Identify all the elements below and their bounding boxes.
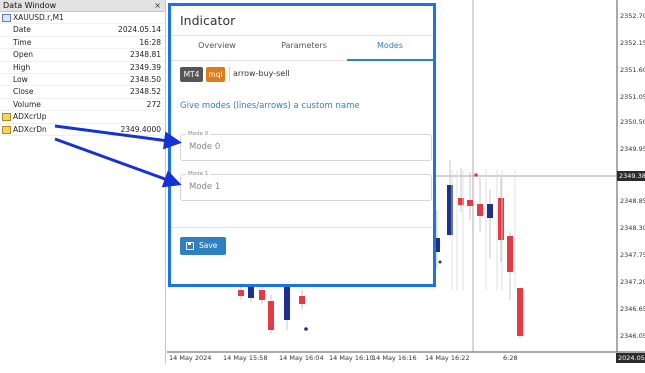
time-axis-label: 14 May 16:10 bbox=[329, 354, 374, 362]
candle-body bbox=[498, 198, 504, 240]
indicator-value: 2349.4000 bbox=[120, 124, 161, 134]
data-row-value: 272 bbox=[146, 99, 161, 109]
candle-body bbox=[467, 200, 473, 206]
mode-1-input[interactable] bbox=[189, 182, 419, 192]
mode-0-input[interactable] bbox=[189, 142, 419, 152]
footer-divider bbox=[171, 227, 433, 228]
current-price-badge: 2349.38 bbox=[617, 171, 645, 181]
price-axis-label: 2348.30 bbox=[620, 224, 645, 232]
tab-modes[interactable]: Modes bbox=[346, 41, 434, 50]
candle-body bbox=[248, 287, 254, 298]
data-row-date: Date 2024.05.14 bbox=[0, 24, 165, 37]
candle-body bbox=[284, 287, 290, 320]
data-row-volume: Volume 272 bbox=[0, 99, 165, 112]
data-row-close: Close 2348.52 bbox=[0, 86, 165, 99]
symbol-label: XAUUSD.r,M1 bbox=[13, 13, 64, 22]
data-row-high: High 2349.39 bbox=[0, 62, 165, 74]
data-row-value: 2348.52 bbox=[129, 87, 161, 97]
data-row-low: Low 2348.50 bbox=[0, 74, 165, 87]
mode-0-label: Mode 0 bbox=[186, 131, 211, 137]
candle-body bbox=[299, 296, 305, 304]
data-row-value: 16:28 bbox=[139, 37, 161, 47]
price-axis-label: 2352.15 bbox=[620, 39, 645, 47]
indicator-row-adxcrdn: ADXcrDn 2349.4000 bbox=[0, 124, 165, 136]
data-row-label: High bbox=[13, 62, 31, 72]
time-axis-label: 14 May 16:16 bbox=[372, 354, 417, 362]
last-price-label: 2346.05 bbox=[620, 332, 645, 340]
data-row-label: Open bbox=[13, 50, 34, 60]
candle-body bbox=[268, 301, 274, 330]
price-axis-label: 2347.20 bbox=[620, 278, 645, 286]
indicator-dialog: Indicator Overview Parameters Modes MT4 … bbox=[168, 3, 436, 287]
candle-body bbox=[477, 204, 483, 216]
price-axis-label: 2352.70 bbox=[620, 12, 645, 20]
indicator-icon bbox=[2, 125, 11, 134]
data-window-panel: Data Window × XAUUSD.r,M1 Date 2024.05.14… bbox=[0, 0, 166, 364]
price-axis-label: 2350.50 bbox=[620, 118, 645, 126]
time-label-tail: 6:28 bbox=[503, 354, 518, 362]
data-row-label: Low bbox=[13, 74, 28, 84]
data-row-label: Volume bbox=[13, 99, 41, 109]
price-axis-label: 2349.95 bbox=[620, 145, 645, 153]
tab-overview[interactable]: Overview bbox=[173, 41, 261, 50]
data-row-open: Open 2348.81 bbox=[0, 49, 165, 62]
save-button-label: Save bbox=[199, 241, 218, 250]
data-row-time: Time 16:28 bbox=[0, 37, 165, 50]
data-window-title: Data Window bbox=[3, 1, 57, 10]
indicator-name: arrow-buy-sell bbox=[233, 69, 290, 78]
candle-body bbox=[259, 290, 265, 300]
time-axis-label: 14 May 16:22 bbox=[425, 354, 470, 362]
symbol-row: XAUUSD.r,M1 bbox=[0, 12, 165, 25]
active-tab-indicator bbox=[347, 59, 433, 61]
badge-divider bbox=[229, 67, 230, 82]
candle-body bbox=[238, 290, 244, 296]
price-axis-label: 2351.60 bbox=[620, 66, 645, 74]
save-icon bbox=[186, 242, 194, 250]
crosshair-time-badge: 2024.05.14 16:28 bbox=[616, 353, 645, 372]
data-row-label: Date bbox=[13, 25, 31, 35]
data-row-value: 2349.39 bbox=[129, 62, 161, 72]
data-window-titlebar: Data Window × bbox=[0, 0, 165, 12]
close-icon[interactable]: × bbox=[154, 0, 161, 12]
price-axis-label: 2348.85 bbox=[620, 197, 645, 205]
mode-1-field[interactable]: Mode 1 bbox=[180, 171, 432, 201]
mode-1-label: Mode 1 bbox=[186, 171, 211, 177]
candle-body bbox=[507, 236, 513, 272]
indicator-icon bbox=[2, 113, 11, 122]
data-row-label: Time bbox=[13, 37, 32, 47]
time-axis-label: 14 May 16:04 bbox=[279, 354, 324, 362]
data-row-label: Close bbox=[13, 87, 34, 97]
buy-arrow-marker bbox=[304, 327, 308, 331]
chart-icon bbox=[2, 14, 11, 22]
indicator-row-adxcrup: ADXcrUp bbox=[0, 111, 165, 124]
header-divider bbox=[171, 35, 433, 36]
price-axis-label: 2347.75 bbox=[620, 251, 645, 259]
mode-0-field[interactable]: Mode 0 bbox=[180, 131, 432, 161]
sell-arrow-marker bbox=[474, 173, 478, 177]
mql-badge: mql bbox=[206, 67, 225, 82]
price-axis-label: 2351.05 bbox=[620, 93, 645, 101]
indicator-label: ADXcrUp bbox=[13, 112, 47, 122]
data-row-value: 2348.50 bbox=[129, 74, 161, 84]
indicator-label: ADXcrDn bbox=[13, 124, 47, 134]
mt4-badge: MT4 bbox=[180, 67, 203, 82]
data-row-value: 2024.05.14 bbox=[118, 25, 161, 35]
buy-arrow-marker bbox=[438, 260, 442, 264]
time-axis-label: 14 May 2024 bbox=[169, 354, 212, 362]
data-row-value: 2348.81 bbox=[129, 50, 161, 60]
save-button[interactable]: Save bbox=[180, 237, 226, 255]
tab-parameters[interactable]: Parameters bbox=[260, 41, 348, 50]
custom-names-heading: Give modes (lines/arrows) a custom name bbox=[180, 101, 360, 111]
price-axis-label: 2346.65 bbox=[620, 305, 645, 313]
time-axis-label: 14 May 15:58 bbox=[223, 354, 268, 362]
candle-body bbox=[487, 204, 493, 218]
dialog-title: Indicator bbox=[180, 13, 236, 28]
candle-body bbox=[517, 288, 523, 336]
